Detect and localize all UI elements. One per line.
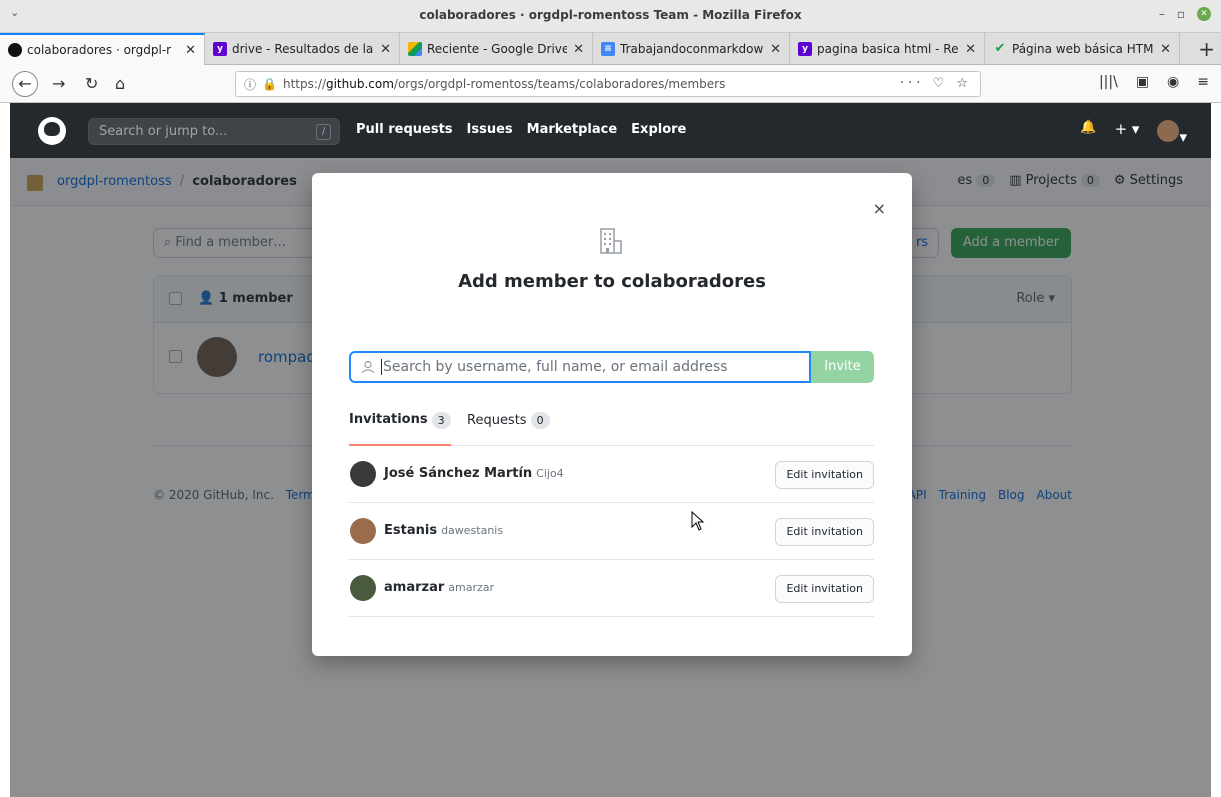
list-item: amarzar amarzar Edit invitation — [349, 560, 874, 617]
tab-close-icon[interactable]: ✕ — [770, 42, 781, 57]
sidebar-icon[interactable]: ▣ — [1136, 74, 1149, 90]
person-icon — [361, 360, 375, 374]
tab-invitations[interactable]: Invitations 3 — [349, 412, 451, 446]
invitee-login: amarzar — [448, 581, 495, 594]
browser-navbar: ← → ↻ ⌂ ⓘ 🔒 https://github.com/orgs/orgd… — [0, 65, 1221, 103]
github-header-right: 🔔 + ▾ ▾ — [1080, 120, 1187, 146]
github-nav: Pull requests Issues Marketplace Explore — [356, 122, 686, 137]
nav-marketplace[interactable]: Marketplace — [527, 122, 618, 137]
minimize-icon[interactable]: – — [1159, 7, 1165, 21]
tab-bar: colaboradores · orgdpl-r ✕ y drive - Res… — [0, 33, 1221, 65]
invitee-login: Cijo4 — [536, 467, 564, 480]
menu-icon[interactable]: ≡ — [1197, 74, 1209, 90]
tab-close-icon[interactable]: ✕ — [185, 43, 196, 58]
avatar[interactable] — [350, 575, 376, 601]
window-title: colaboradores · orgdpl-romentoss Team - … — [419, 8, 802, 22]
browser-tab-html-search[interactable]: y pagina basica html - Res ✕ — [790, 33, 985, 65]
tab-label: drive - Resultados de la — [232, 42, 374, 56]
avatar[interactable] — [350, 518, 376, 544]
google-docs-icon: ≡ — [601, 42, 615, 56]
tab-close-icon[interactable]: ✕ — [573, 42, 584, 57]
lock-icon[interactable]: 🔒 — [262, 77, 277, 91]
slash-shortcut-icon: / — [316, 124, 331, 140]
tab-label: Reciente - Google Drive — [427, 42, 568, 56]
window-controls: – ▫ ✕ — [1159, 7, 1211, 21]
list-item: José Sánchez Martín Cijo4 Edit invitation — [349, 446, 874, 503]
window-titlebar: ⌄ colaboradores · orgdpl-romentoss Team … — [0, 0, 1221, 33]
bell-icon[interactable]: 🔔 — [1080, 120, 1096, 146]
list-item: Estanis dawestanis Edit invitation — [349, 503, 874, 560]
avatar — [1157, 120, 1180, 142]
invitation-list: José Sánchez Martín Cijo4 Edit invitation… — [349, 446, 874, 617]
nav-pull-requests[interactable]: Pull requests — [356, 122, 453, 137]
home-button[interactable]: ⌂ — [115, 74, 125, 93]
browser-tab-github[interactable]: colaboradores · orgdpl-r ✕ — [0, 33, 205, 65]
create-new-icon[interactable]: + ▾ — [1115, 120, 1140, 146]
close-icon[interactable]: × — [873, 199, 886, 218]
edit-invitation-button[interactable]: Edit invitation — [775, 575, 874, 603]
tab-close-icon[interactable]: ✕ — [965, 42, 976, 57]
member-search-input[interactable]: Search by username, full name, or email … — [349, 351, 811, 383]
yahoo-icon: y — [213, 42, 227, 56]
dialog-tabs: Invitations 3 Requests 0 — [349, 403, 874, 446]
new-tab-button[interactable]: + — [1198, 37, 1215, 61]
close-window-icon[interactable]: ✕ — [1197, 7, 1211, 21]
invitee-name: amarzar amarzar — [384, 580, 495, 595]
invite-button[interactable]: Invite — [811, 351, 874, 383]
google-drive-icon — [408, 42, 422, 56]
user-menu[interactable]: ▾ — [1157, 120, 1187, 146]
tab-close-icon[interactable]: ✕ — [380, 42, 391, 57]
url-bar[interactable]: ⓘ 🔒 https://github.com/orgs/orgdpl-romen… — [235, 71, 981, 97]
search-placeholder: Search or jump to... — [99, 124, 228, 139]
tab-label: Trabajandoconmarkdow — [620, 42, 764, 56]
tab-label: pagina basica html - Res — [817, 42, 960, 56]
nav-explore[interactable]: Explore — [631, 122, 686, 137]
back-button[interactable]: ← — [12, 71, 38, 97]
edit-invitation-button[interactable]: Edit invitation — [775, 461, 874, 489]
github-logo-icon[interactable] — [38, 117, 66, 145]
forward-button[interactable]: → — [52, 74, 65, 93]
tab-label: colaboradores · orgdpl-r — [27, 43, 172, 57]
checkmark-icon: ✔ — [994, 41, 1006, 56]
browser-tab-google-drive[interactable]: Reciente - Google Drive ✕ — [400, 33, 593, 65]
nav-issues[interactable]: Issues — [467, 122, 513, 137]
url-prefix: https:// — [282, 77, 326, 91]
reload-button[interactable]: ↻ — [85, 74, 98, 93]
add-member-dialog: × Add member to colaboradores Search by … — [312, 173, 912, 656]
info-icon[interactable]: ⓘ — [244, 76, 256, 93]
github-icon — [8, 43, 22, 57]
mouse-cursor-icon — [691, 511, 705, 531]
dialog-title: Add member to colaboradores — [458, 271, 766, 292]
invitations-count: 3 — [431, 412, 451, 429]
library-icon[interactable]: |||\ — [1099, 74, 1118, 90]
browser-tab-docs[interactable]: ≡ Trabajandoconmarkdow ✕ — [593, 33, 790, 65]
toolbar-right: |||\ ▣ ◉ ≡ — [1099, 74, 1209, 90]
organization-icon — [600, 228, 622, 254]
restore-icon[interactable]: ▫ — [1177, 7, 1185, 21]
invitee-name: Estanis dawestanis — [384, 523, 504, 538]
avatar[interactable] — [350, 461, 376, 487]
yahoo-icon: y — [798, 42, 812, 56]
browser-tab-drive-search[interactable]: y drive - Resultados de la ✕ — [205, 33, 400, 65]
github-header: Search or jump to... / Pull requests Iss… — [10, 103, 1211, 158]
github-search-input[interactable]: Search or jump to... / — [88, 118, 340, 145]
tab-label: Página web básica HTML — [1012, 42, 1155, 56]
url-host: github.com — [325, 77, 394, 91]
url-path: /orgs/orgdpl-romentoss/teams/colaborador… — [393, 77, 726, 91]
search-placeholder: Search by username, full name, or email … — [381, 359, 728, 375]
extension-icon[interactable]: ◉ — [1167, 74, 1179, 90]
invitee-name: José Sánchez Martín Cijo4 — [384, 466, 564, 481]
edit-invitation-button[interactable]: Edit invitation — [775, 518, 874, 546]
requests-count: 0 — [530, 412, 550, 429]
tab-requests[interactable]: Requests 0 — [467, 412, 550, 429]
invitee-login: dawestanis — [441, 524, 504, 537]
tab-close-icon[interactable]: ✕ — [1160, 42, 1171, 57]
page-actions[interactable]: ··· ♡ ☆ — [900, 76, 972, 91]
browser-tab-html-page[interactable]: ✔ Página web básica HTML ✕ — [985, 33, 1180, 65]
